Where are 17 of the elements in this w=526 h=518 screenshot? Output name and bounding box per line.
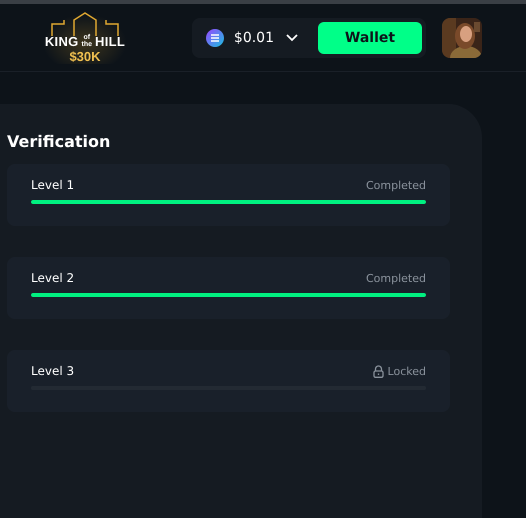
balance-amount: $0.01 <box>234 30 274 46</box>
level-status: Completed <box>366 272 426 284</box>
level-label: Level 1 <box>31 178 74 192</box>
level-label: Level 2 <box>31 271 74 285</box>
coin-icon <box>206 28 224 46</box>
level-status: Locked <box>388 364 426 378</box>
prize-amount: $30K <box>69 48 101 64</box>
logo-word: KING <box>44 34 79 48</box>
balance-selector[interactable]: $0.01 Wallet <box>192 18 426 58</box>
logo-word: HILL <box>95 34 126 48</box>
level-status: Completed <box>366 178 426 192</box>
section-title: Verification <box>7 132 112 151</box>
level-label: Level 3 <box>31 364 74 378</box>
wallet-button[interactable]: Wallet <box>318 22 422 54</box>
lock-icon <box>372 364 384 378</box>
house-outline-icon <box>50 12 120 36</box>
caret-icon <box>286 34 298 42</box>
